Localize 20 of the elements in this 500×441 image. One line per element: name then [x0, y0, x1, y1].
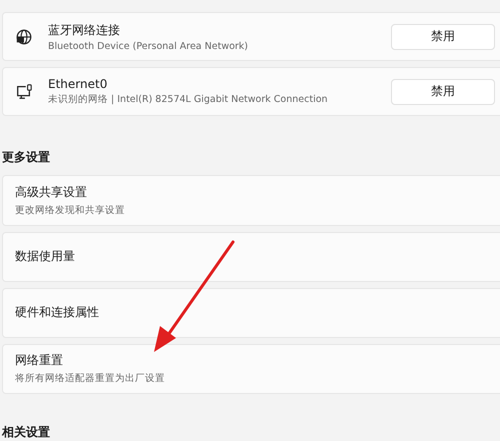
settings-item[interactable]: 数据使用量 — [2, 232, 500, 282]
settings-item[interactable]: 网络重置 将所有网络适配器重置为出厂设置 — [2, 344, 500, 394]
setting-description: 将所有网络适配器重置为出厂设置 — [15, 372, 165, 386]
section-heading: 更多设置 — [2, 149, 50, 166]
disable-button[interactable]: 禁用 — [391, 24, 495, 50]
settings-item[interactable]: 硬件和连接属性 — [2, 288, 500, 338]
setting-title: 数据使用量 — [15, 248, 75, 266]
setting-title: 硬件和连接属性 — [15, 304, 99, 322]
adapter-name: 蓝牙网络连接 — [48, 22, 120, 39]
adapter-description: Bluetooth Device (Personal Area Network) — [48, 40, 248, 52]
globe-icon — [15, 28, 33, 46]
adapter-name: Ethernet0 — [48, 77, 108, 92]
setting-title: 网络重置 — [15, 352, 63, 370]
setting-title: 高级共享设置 — [15, 184, 87, 201]
setting-description: 更改网络发现和共享设置 — [15, 204, 125, 217]
section-heading: 相关设置 — [2, 424, 50, 441]
disable-button[interactable]: 禁用 — [391, 78, 495, 105]
monitor-icon — [15, 82, 33, 101]
settings-item[interactable]: 高级共享设置 更改网络发现和共享设置 — [2, 175, 500, 226]
adapter-description: 未识别的网络 | Intel(R) 82574L Gigabit Network Connection — [48, 93, 328, 106]
